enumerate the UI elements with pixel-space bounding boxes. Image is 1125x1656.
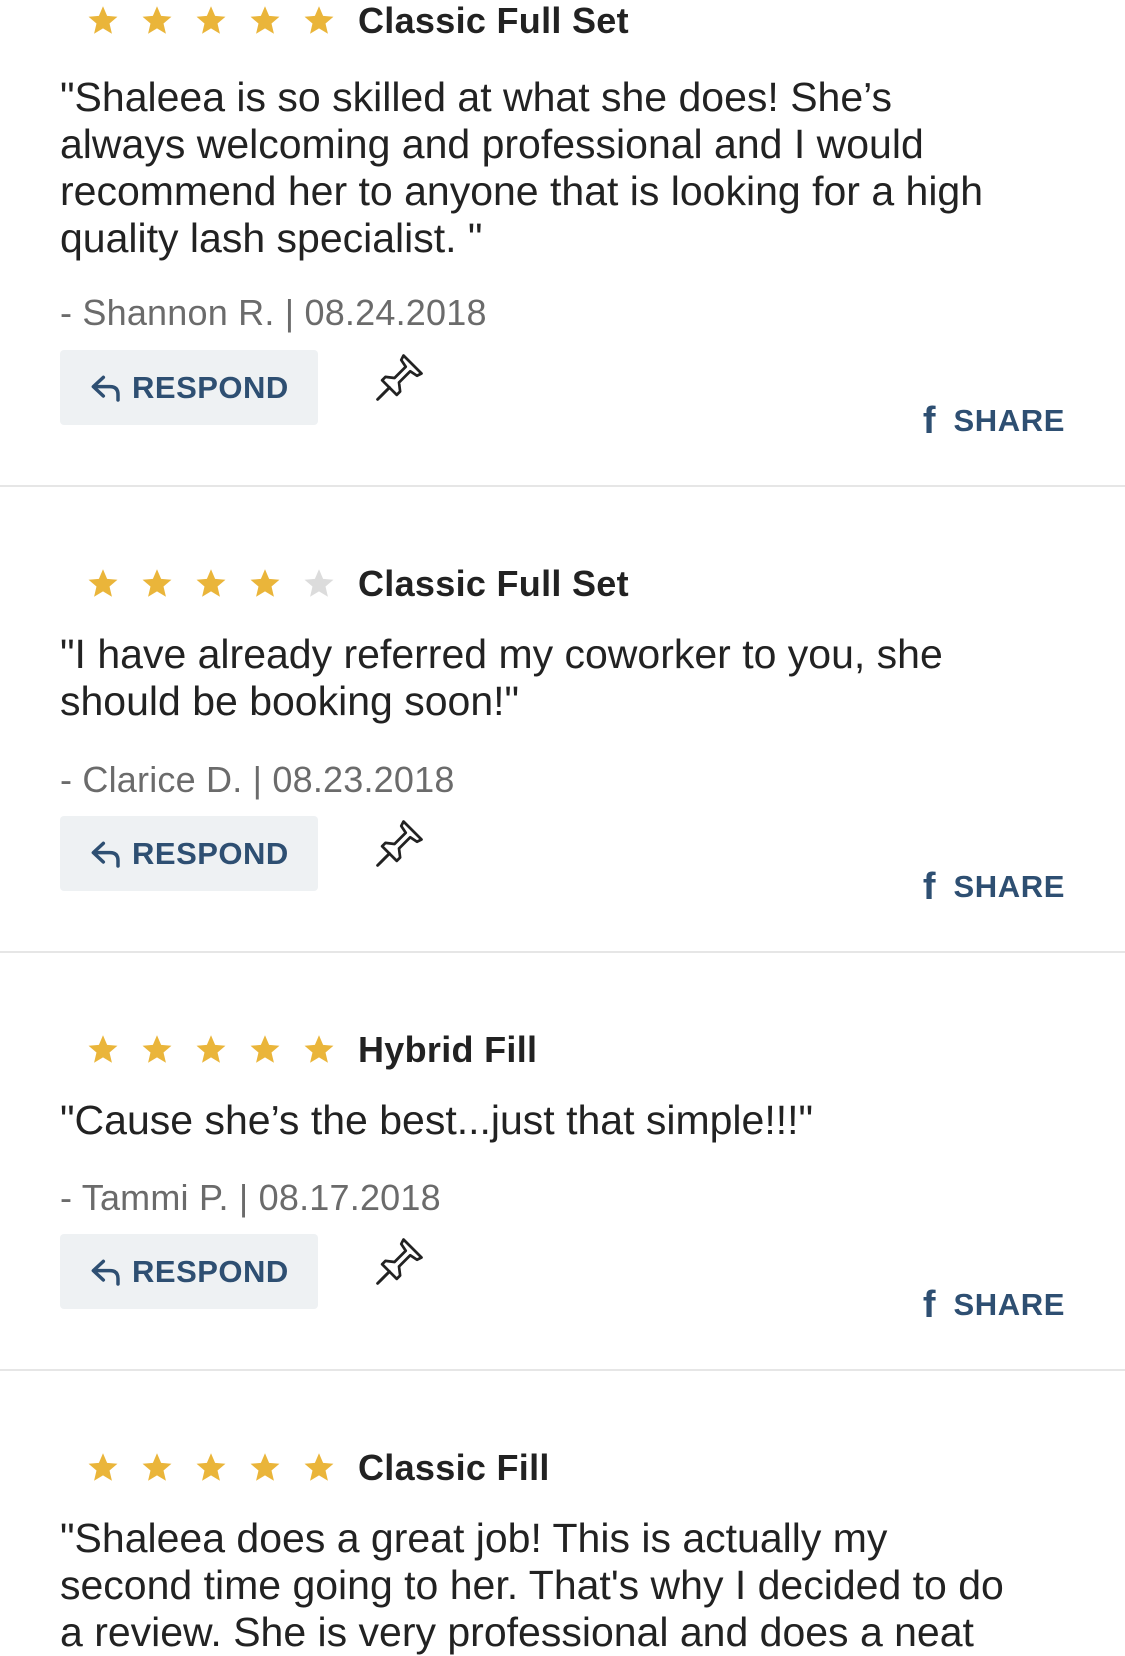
star-icon <box>302 4 336 38</box>
review-card: Classic Full Set "I have already referre… <box>0 485 1125 953</box>
review-text-line: "I have already referred my coworker to … <box>60 631 943 677</box>
review-text: "Shaleea is so skilled at what she does!… <box>60 74 1070 262</box>
reply-arrow-icon <box>90 372 122 404</box>
rating-stars: Hybrid Fill <box>86 1029 538 1071</box>
service-name: Hybrid Fill <box>358 1029 538 1070</box>
review-text-line: second time going to her. That's why I d… <box>60 1562 1004 1608</box>
respond-button[interactable]: RESPOND <box>60 816 318 891</box>
share-button[interactable]: f SHARE <box>923 402 1065 440</box>
review-text: "I have already referred my coworker to … <box>60 631 1070 725</box>
service-name: Classic Fill <box>358 1447 550 1488</box>
review-text-line: a review. She is very professional and d… <box>60 1609 974 1655</box>
respond-button[interactable]: RESPOND <box>60 350 318 425</box>
share-label: SHARE <box>953 869 1065 904</box>
review-author: - Tammi P. | 08.17.2018 <box>60 1177 441 1218</box>
respond-label: RESPOND <box>132 1253 289 1289</box>
facebook-icon: f <box>922 866 936 908</box>
review-text-line: "Cause she’s the best...just that simple… <box>60 1097 814 1143</box>
star-icon <box>194 1033 228 1067</box>
pushpin-icon[interactable] <box>372 351 426 405</box>
star-icon <box>140 1451 174 1485</box>
rating-stars: Classic Full Set <box>86 563 629 605</box>
review-text-line: should be booking soon!" <box>60 678 520 724</box>
star-icon <box>86 1033 120 1067</box>
star-icon <box>140 567 174 601</box>
respond-label: RESPOND <box>132 835 289 871</box>
review-text-line: "Shaleea is so skilled at what she does!… <box>60 74 893 120</box>
star-icon <box>194 4 228 38</box>
review-text-line: quality lash specialist. " <box>60 215 483 261</box>
star-icon <box>302 1033 336 1067</box>
review-text-line: "Shaleea does a great job! This is actua… <box>60 1515 888 1561</box>
share-label: SHARE <box>953 1287 1065 1322</box>
service-name: Classic Full Set <box>358 0 629 41</box>
star-icon <box>248 1033 282 1067</box>
reply-arrow-icon <box>90 838 122 870</box>
facebook-icon: f <box>922 1284 936 1326</box>
star-icon <box>86 1451 120 1485</box>
respond-label: RESPOND <box>132 369 289 405</box>
pushpin-icon[interactable] <box>372 817 426 871</box>
star-icon <box>86 4 120 38</box>
review-card: Classic Full Set "Shaleea is so skilled … <box>0 0 1125 487</box>
respond-button[interactable]: RESPOND <box>60 1234 318 1309</box>
review-text-line: always welcoming and professional and I … <box>60 121 924 167</box>
share-button[interactable]: f SHARE <box>923 1286 1065 1324</box>
facebook-icon: f <box>922 400 936 442</box>
review-card: Hybrid Fill "Cause she’s the best...just… <box>0 951 1125 1371</box>
share-label: SHARE <box>953 403 1065 438</box>
star-icon <box>248 567 282 601</box>
rating-stars: Classic Fill <box>86 1447 550 1489</box>
review-author: - Shannon R. | 08.24.2018 <box>60 292 487 333</box>
star-icon <box>302 1451 336 1485</box>
review-author: - Clarice D. | 08.23.2018 <box>60 759 455 800</box>
star-icon <box>140 4 174 38</box>
service-name: Classic Full Set <box>358 563 629 604</box>
star-icon <box>140 1033 174 1067</box>
pushpin-icon[interactable] <box>372 1235 426 1289</box>
review-text: "Shaleea does a great job! This is actua… <box>60 1515 1070 1656</box>
review-text: "Cause she’s the best...just that simple… <box>60 1097 1070 1144</box>
review-card: Classic Fill "Shaleea does a great job! … <box>0 1369 1125 1655</box>
share-button[interactable]: f SHARE <box>923 868 1065 906</box>
star-icon <box>86 567 120 601</box>
star-icon <box>248 4 282 38</box>
star-icon <box>194 1451 228 1485</box>
review-text-line: recommend her to anyone that is looking … <box>60 168 984 214</box>
star-icon <box>248 1451 282 1485</box>
star-icon <box>194 567 228 601</box>
star-icon <box>302 567 336 601</box>
rating-stars: Classic Full Set <box>86 0 629 42</box>
reply-arrow-icon <box>90 1256 122 1288</box>
